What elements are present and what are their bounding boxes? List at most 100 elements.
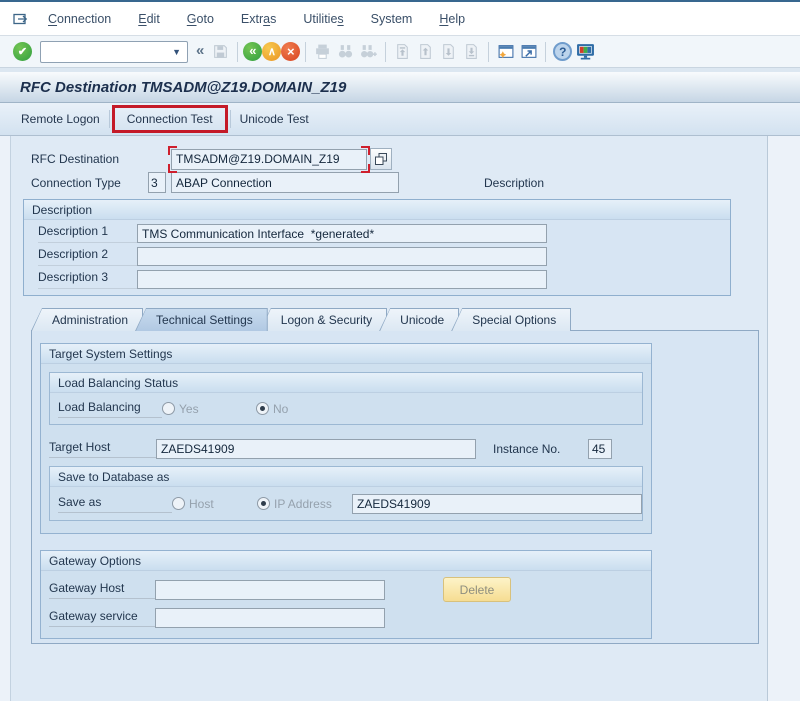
gateway-host-label: Gateway Host [49,581,155,599]
connection-type-code-input[interactable] [148,172,166,193]
connection-type-name-input[interactable] [171,172,399,193]
description-2-input[interactable] [137,247,547,266]
menu-extras[interactable]: Extras [241,12,276,26]
radio-yes-label: Yes [179,402,199,416]
annotation-corner [361,164,370,173]
description-row-3: Description 3 [38,270,730,289]
target-system-settings-group: Target System Settings Load Balancing St… [40,343,652,534]
menu-connection[interactable]: Connection [48,12,111,26]
connection-type-label: Connection Type [31,176,148,190]
save-icon[interactable] [211,42,230,61]
menu-help[interactable]: Help [439,12,465,26]
description-group: Description Description 1 Description 2 … [23,199,731,296]
radio-no-label: No [273,402,288,416]
application-toolbar: Remote Logon Connection Test Unicode Tes… [0,103,800,136]
gateway-host-input[interactable] [155,580,385,600]
tab-administration[interactable]: Administration [31,308,143,331]
save-as-ip-option[interactable]: IP Address [257,497,352,511]
back-icon[interactable]: « [243,42,262,61]
exit-icon[interactable]: ∧ [262,42,281,61]
system-menu-icon[interactable] [12,10,34,28]
radio-ip-address[interactable] [257,497,270,510]
toolbar-separator [545,42,546,62]
radio-ip-address-label: IP Address [274,497,332,511]
find-icon[interactable] [336,42,355,61]
description-3-label: Description 3 [38,270,137,289]
save-as-label: Save as [58,495,172,513]
description-row-2: Description 2 [38,247,730,266]
description-3-input[interactable] [137,270,547,289]
gateway-service-row: Gateway service [49,608,651,628]
rfc-destination-input[interactable] [171,149,367,170]
load-balancing-yes-option[interactable]: Yes [162,402,256,416]
menu-utilities[interactable]: Utilities [303,12,343,26]
connection-test-button[interactable]: Connection Test [118,108,222,130]
delete-button[interactable]: Delete [443,577,511,602]
description-1-label: Description 1 [38,224,137,243]
page-title: RFC Destination TMSADM@Z19.DOMAIN_Z19 [20,79,346,96]
toolbar-separator [385,42,386,62]
annotation-corner [361,146,370,155]
find-next-icon[interactable] [359,42,378,61]
standard-toolbar: ✔ ▼ « « ∧ × ? [0,36,800,68]
copy-icon [374,152,388,166]
new-session-icon[interactable] [496,42,515,61]
save-to-database-group: Save to Database as Save as Host IP Addr… [49,466,643,521]
gateway-service-label: Gateway service [49,609,155,627]
save-as-value-input[interactable] [352,494,642,514]
command-input[interactable] [41,42,166,62]
rfc-destination-label: RFC Destination [31,152,171,166]
tab-logon-security[interactable]: Logon & Security [260,308,387,331]
menu-edit[interactable]: Edit [138,12,160,26]
target-host-input[interactable] [156,439,476,459]
main-content: RFC Destination Connection Type Descript… [0,136,800,701]
command-field[interactable]: ▼ [40,41,188,63]
tab-technical-settings[interactable]: Technical Settings [135,308,268,331]
load-balancing-row: Load Balancing Yes No [50,393,642,424]
toolbar-separator [305,42,306,62]
connection-type-row: Connection Type Description [31,172,767,193]
save-as-host-option[interactable]: Host [172,497,257,511]
print-icon[interactable] [313,42,332,61]
save-to-database-header: Save to Database as [50,467,642,487]
help-icon[interactable]: ? [553,42,572,61]
instance-no-label: Instance No. [493,442,588,456]
menu-bar: Connection Edit Goto Extras Utilities Sy… [0,2,800,36]
radio-yes[interactable] [162,402,175,415]
multiple-values-button[interactable] [370,148,392,170]
toolbar-separator [237,42,238,62]
target-host-row: Target Host Instance No. [49,439,651,459]
rfc-destination-annotated [171,149,367,170]
radio-no[interactable] [256,402,269,415]
menu-goto[interactable]: Goto [187,12,214,26]
gateway-host-row: Gateway Host Delete [49,577,651,602]
next-page-icon[interactable] [439,42,458,61]
annotation-red-box: Connection Test [112,105,228,133]
cancel-icon[interactable]: × [281,42,300,61]
previous-page-icon[interactable] [416,42,435,61]
remote-logon-button[interactable]: Remote Logon [12,108,109,130]
first-page-icon[interactable] [393,42,412,61]
load-balancing-label: Load Balancing [58,400,162,418]
radio-host[interactable] [172,497,185,510]
last-page-icon[interactable] [462,42,481,61]
target-host-label: Target Host [49,440,156,458]
load-balancing-status-group: Load Balancing Status Load Balancing Yes… [49,372,643,425]
tab-unicode[interactable]: Unicode [379,308,459,331]
customize-layout-icon[interactable] [576,42,595,61]
unicode-test-button[interactable]: Unicode Test [231,108,318,130]
description-group-header: Description [24,200,730,220]
apptoolbar-separator [109,110,110,128]
load-balancing-no-option[interactable]: No [256,402,288,416]
create-shortcut-icon[interactable] [519,42,538,61]
menu-system[interactable]: System [371,12,413,26]
description-1-input[interactable] [137,224,547,243]
annotation-corner [168,164,177,173]
gateway-service-input[interactable] [155,608,385,628]
dropdown-arrow-icon[interactable]: ▼ [166,47,187,57]
collapse-toolbar-icon[interactable]: « [196,42,204,59]
enter-icon[interactable]: ✔ [13,42,32,61]
instance-no-input[interactable] [588,439,612,459]
tab-special-options[interactable]: Special Options [451,308,571,331]
annotation-corner [168,146,177,155]
